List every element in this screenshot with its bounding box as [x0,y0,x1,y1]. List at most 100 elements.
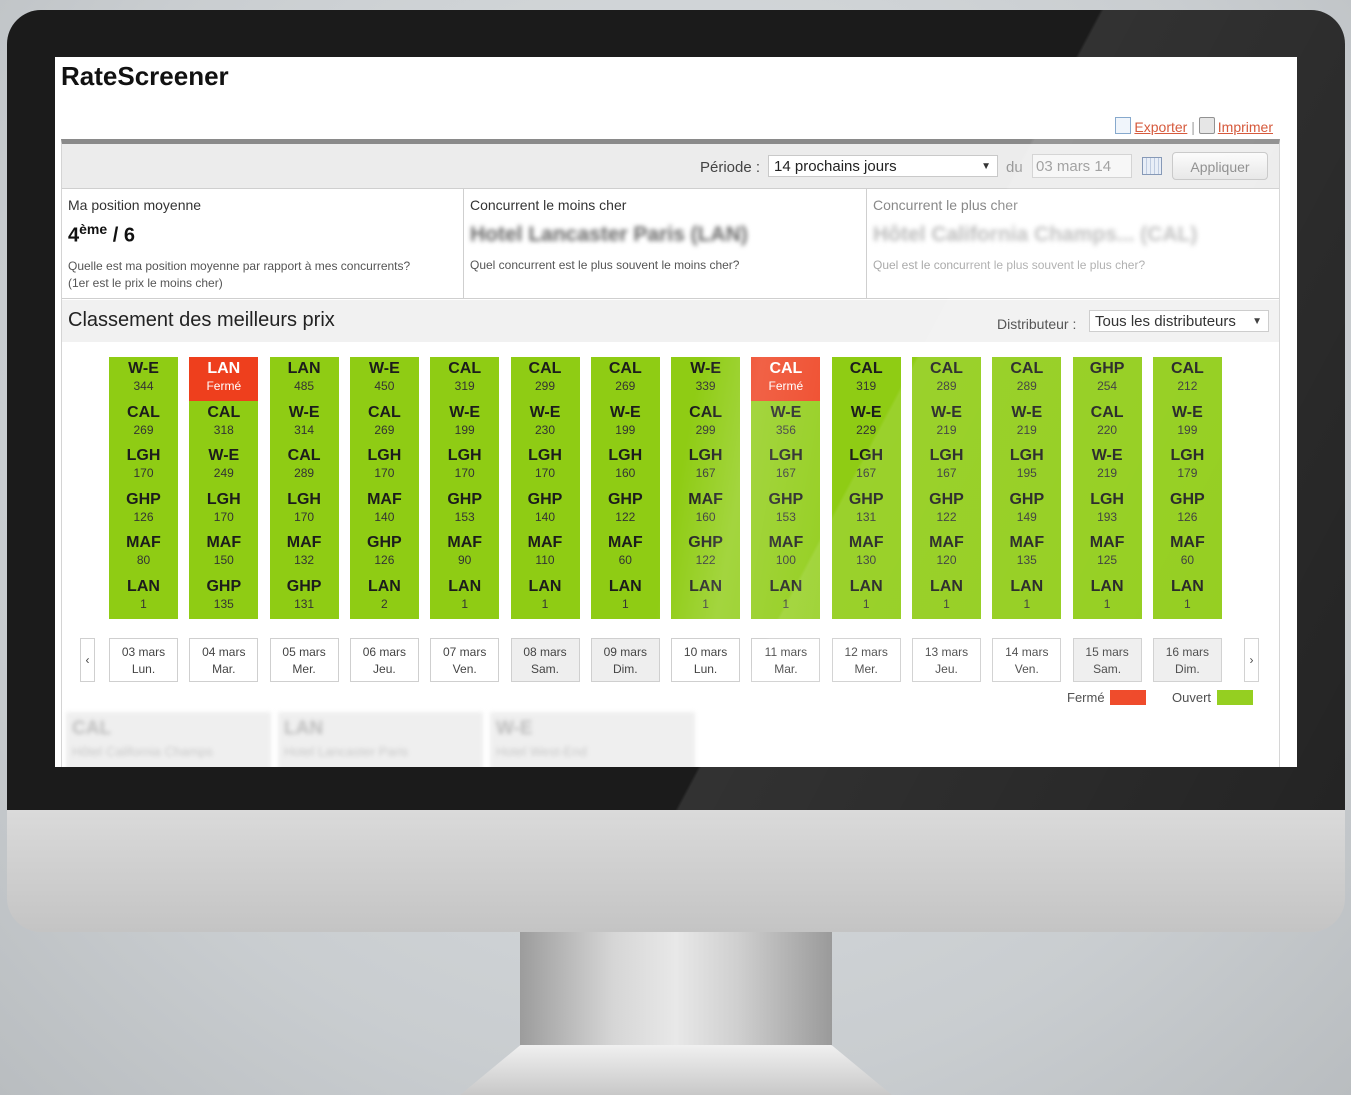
rank-cell: MAF 140 [350,488,419,532]
date-selector[interactable]: 08 mars Sam. [510,638,580,682]
export-link[interactable]: Exporter [1134,119,1187,135]
competitor-price: 167 [695,466,716,481]
competitor-code: W-E [449,403,481,421]
date-selector[interactable]: 10 mars Lun. [671,638,741,682]
date-selector[interactable]: 15 mars Sam. [1072,638,1142,682]
competitor-code: GHP [286,577,322,595]
ranking-column[interactable]: CAL 212 W-E 199 LGH 179 GHP 126 MAF 60 LAN 1 [1152,357,1222,619]
ranking-column[interactable]: CAL 319 W-E 199 LGH 170 GHP 153 MAF 90 LAN 1 [430,357,500,619]
date-selector[interactable]: 16 mars Dim. [1152,638,1222,682]
competitor-price: 110 [535,553,555,568]
rank-cell: MAF 135 [992,531,1061,575]
competitor-code: MAF [206,534,242,552]
app-screen: RateScreener Exporter | Imprimer Période… [55,57,1297,767]
competitor-price: 269 [374,422,395,437]
competitor-price: 130 [856,553,877,568]
ranking-column[interactable]: CAL 299 W-E 230 LGH 170 GHP 140 MAF 110 LAN 1 [510,357,580,619]
weekday-label: Lun. [131,662,156,676]
competitor-price: 269 [133,422,154,437]
stat-cheapest-title: Concurrent le moins cher [470,197,627,213]
competitor-code: W-E [1172,403,1203,421]
competitor-price: 160 [615,466,636,481]
hotel-card: CAL Hôtel California Champs [66,712,271,767]
ranking-column[interactable]: W-E 450 CAL 269 LGH 170 MAF 140 GHP 126 LAN 2 [349,357,419,619]
date-label: 07 mars [443,645,487,659]
competitor-code: GHP [1009,490,1045,508]
date-label: 04 mars [202,645,246,659]
ranking-column[interactable]: CAL Fermé W-E 356 LGH 167 GHP 153 MAF 100 LAN 1 [751,357,821,619]
competitor-code: GHP [688,534,723,552]
competitor-code: MAF [1089,534,1125,552]
weekday-label: Mer. [854,662,878,676]
ranking-column[interactable]: CAL 319 W-E 229 LGH 167 GHP 131 MAF 130 LAN 1 [831,357,901,619]
weekday-label: Ven. [1014,662,1039,676]
rank-cell: W-E 229 [832,401,901,445]
competitor-code: GHP [929,490,964,508]
period-select[interactable]: 14 prochains jours ▼ [768,155,998,177]
weekday-label: Jeu. [935,662,958,676]
print-link[interactable]: Imprimer [1218,119,1273,135]
legend-open-label: Ouvert [1172,690,1212,705]
weekday-label: Ven. [452,662,477,676]
ranking-column[interactable]: LAN 485 W-E 314 CAL 289 LGH 170 MAF 132 GHP 131 [269,357,339,619]
rank-cell: CAL 289 [270,444,339,488]
ranking-column[interactable]: CAL 289 W-E 219 LGH 195 GHP 149 MAF 135 LAN 1 [992,357,1062,619]
competitor-code: GHP [1170,490,1205,508]
date-selector[interactable]: 03 mars Lun. [109,638,178,682]
competitor-price: 170 [454,466,475,481]
competitor-code: MAF [527,534,563,552]
competitor-price: 289 [1016,379,1037,393]
date-selector[interactable]: 09 mars Dim. [590,638,660,682]
date-selector[interactable]: 06 mars Jeu. [349,638,419,682]
start-date-input[interactable]: 03 mars 14 [1032,154,1132,178]
expensive-competitor-help: Quel est le concurrent le plus souvent l… [873,258,1146,272]
rank-cell: LAN 1 [511,575,580,619]
competitor-price: 195 [1016,466,1037,481]
stat-average-position-title: Ma position moyenne [68,197,202,213]
date-selector[interactable]: 13 mars Jeu. [912,638,981,682]
competitor-price: 289 [936,379,957,393]
rank-cell: LGH 167 [912,444,981,488]
rank-cell: LGH 195 [992,444,1061,488]
ranking-column[interactable]: GHP 254 CAL 220 W-E 219 LGH 193 MAF 125 LAN 1 [1072,357,1142,619]
competitor-code: W-E [690,360,721,377]
competitor-price: 2 [381,596,388,611]
ranking-column[interactable]: W-E 339 CAL 299 LGH 167 MAF 160 GHP 122 LAN 1 [671,357,741,619]
distributor-select[interactable]: Tous les distributeurs ▼ [1089,310,1269,332]
competitor-price: 170 [294,509,315,524]
competitor-code: GHP [527,490,563,508]
date-selector[interactable]: 05 mars Mer. [269,638,339,682]
competitor-code: CAL [528,360,562,377]
competitor-price: 150 [213,553,234,568]
ranking-column[interactable]: CAL 269 W-E 199 LGH 160 GHP 122 MAF 60 LAN 1 [590,357,660,619]
ranking-column[interactable]: W-E 344 CAL 269 LGH 170 GHP 126 MAF 80 LAN 1 [109,357,178,619]
competitor-price: 125 [1097,553,1118,568]
competitor-code: LGH [608,447,643,465]
prev-dates-button[interactable]: ‹ [80,638,95,682]
ranking-column[interactable]: LAN Fermé CAL 318 W-E 249 LGH 170 MAF 150 GHP 135 [189,357,259,619]
rank-cell: W-E 450 [350,357,419,401]
rank-cell: MAF 110 [511,531,580,575]
date-selector[interactable]: 11 mars Mar. [751,638,821,682]
rank-cell: W-E 199 [591,401,660,445]
period-select-value: 14 prochains jours [774,158,897,175]
competitor-price: Fermé [768,379,804,393]
date-label: 08 mars [523,645,567,659]
date-selector[interactable]: 07 mars Ven. [430,638,500,682]
rank-cell: MAF 60 [591,531,660,575]
rank-cell: W-E 314 [270,401,339,445]
weekday-label: Mer. [292,662,316,676]
competitor-code: LAN [930,577,963,595]
next-dates-button[interactable]: › [1244,638,1259,682]
chevron-down-icon: ▼ [1252,316,1262,327]
ranking-column[interactable]: CAL 289 W-E 219 LGH 167 GHP 122 MAF 120 LAN 1 [912,357,981,619]
date-selector[interactable]: 14 mars Ven. [992,638,1062,682]
rank-cell: LAN 1 [109,575,178,619]
calendar-icon[interactable] [1142,157,1162,175]
date-selector[interactable]: 12 mars Mer. [831,638,901,682]
competitor-price: 135 [1016,553,1037,568]
competitor-code: LAN [367,577,401,595]
date-selector[interactable]: 04 mars Mar. [189,638,259,682]
date-label: 15 mars [1085,645,1129,659]
apply-button[interactable]: Appliquer [1172,152,1268,180]
